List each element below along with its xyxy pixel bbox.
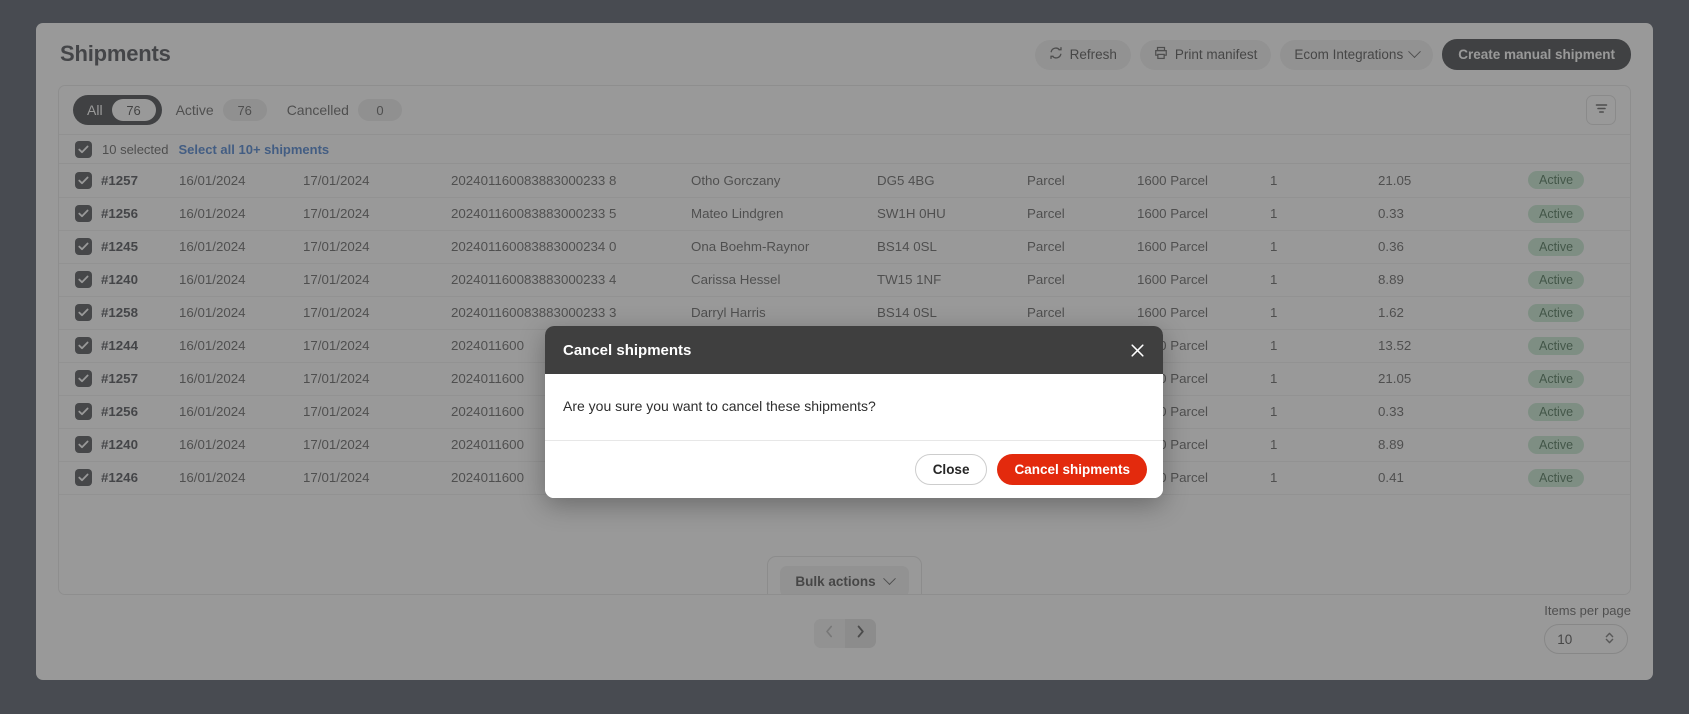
app-root: Shipments Refresh bbox=[0, 0, 1689, 714]
modal-confirm-cancel-button[interactable]: Cancel shipments bbox=[997, 454, 1147, 485]
modal-message: Are you sure you want to cancel these sh… bbox=[563, 398, 876, 414]
cancel-shipments-modal: Cancel shipments Are you sure you want t… bbox=[545, 326, 1163, 498]
close-icon[interactable] bbox=[1127, 340, 1147, 360]
modal-title: Cancel shipments bbox=[563, 341, 692, 359]
modal-header: Cancel shipments bbox=[545, 326, 1163, 374]
modal-body: Are you sure you want to cancel these sh… bbox=[545, 374, 1163, 441]
modal-footer: Close Cancel shipments bbox=[545, 441, 1163, 498]
modal-close-button[interactable]: Close bbox=[914, 454, 988, 485]
